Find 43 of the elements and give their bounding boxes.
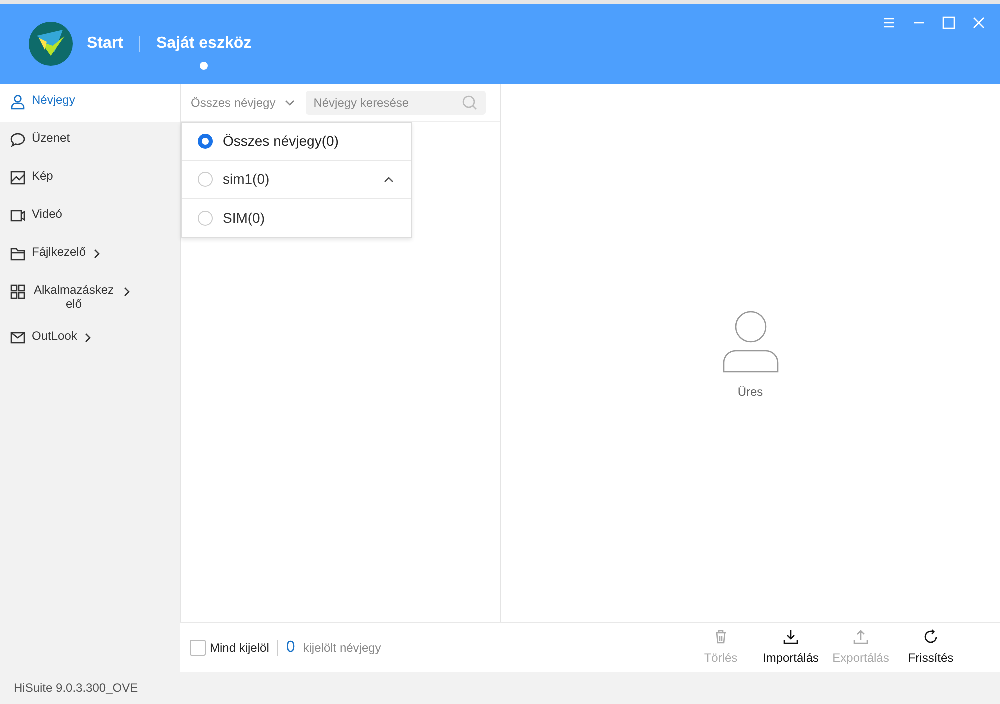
dropdown-option[interactable]: Összes névjegy(0) [182,123,411,161]
sidebar-item[interactable]: Névjegy [0,84,180,122]
person-icon [720,309,780,375]
empty-label: Üres [738,384,764,401]
person-icon [10,94,26,110]
video-camera-icon [10,208,26,224]
close-icon [972,16,986,30]
refresh-icon [923,628,939,644]
dropdown-option[interactable]: SIM(0) [182,199,411,237]
select-all-label[interactable]: Mind kijelöl [210,638,270,656]
download-icon [783,628,799,644]
maximize-button[interactable] [942,16,956,30]
menu-icon [882,16,896,30]
toolbar-button[interactable]: Importálás [756,628,826,666]
radio-button[interactable] [198,172,213,187]
filter-dropdown[interactable]: Összes névjegy [191,94,296,112]
image-icon [10,170,26,186]
sidebar-item[interactable]: Kép [0,160,180,198]
search-field[interactable]: Névjegy keresése [306,90,486,114]
toolbar-button[interactable]: Frissítés [896,628,966,666]
selected-count-label: kijelölt névjegy [303,640,382,656]
trash-icon [713,628,729,644]
sidebar-item[interactable]: OutLook [0,320,180,358]
folder-icon [10,246,26,262]
select-all-checkbox[interactable] [190,640,206,656]
sidebar-item[interactable]: Alkalmazáskezelő [0,274,180,320]
chat-bubble-icon [10,132,26,148]
upload-icon [853,628,869,644]
radio-button[interactable] [198,134,213,149]
selected-count: 0 [286,638,296,658]
logo-icon [29,22,73,66]
sidebar-item[interactable]: Fájlkezelő [0,236,180,274]
close-button[interactable] [972,16,986,30]
dropdown-option[interactable]: sim1(0) [182,161,411,199]
search-icon [462,94,478,110]
envelope-icon [10,330,26,346]
version-label: HiSuite 9.0.3.300_OVE [14,680,138,697]
grid-icon [10,284,26,300]
sidebar-item[interactable]: Üzenet [0,122,180,160]
menu-button[interactable] [882,16,896,30]
radio-button[interactable] [198,210,213,226]
sidebar-item[interactable]: Videó [0,198,180,236]
maximize-icon [942,16,956,30]
